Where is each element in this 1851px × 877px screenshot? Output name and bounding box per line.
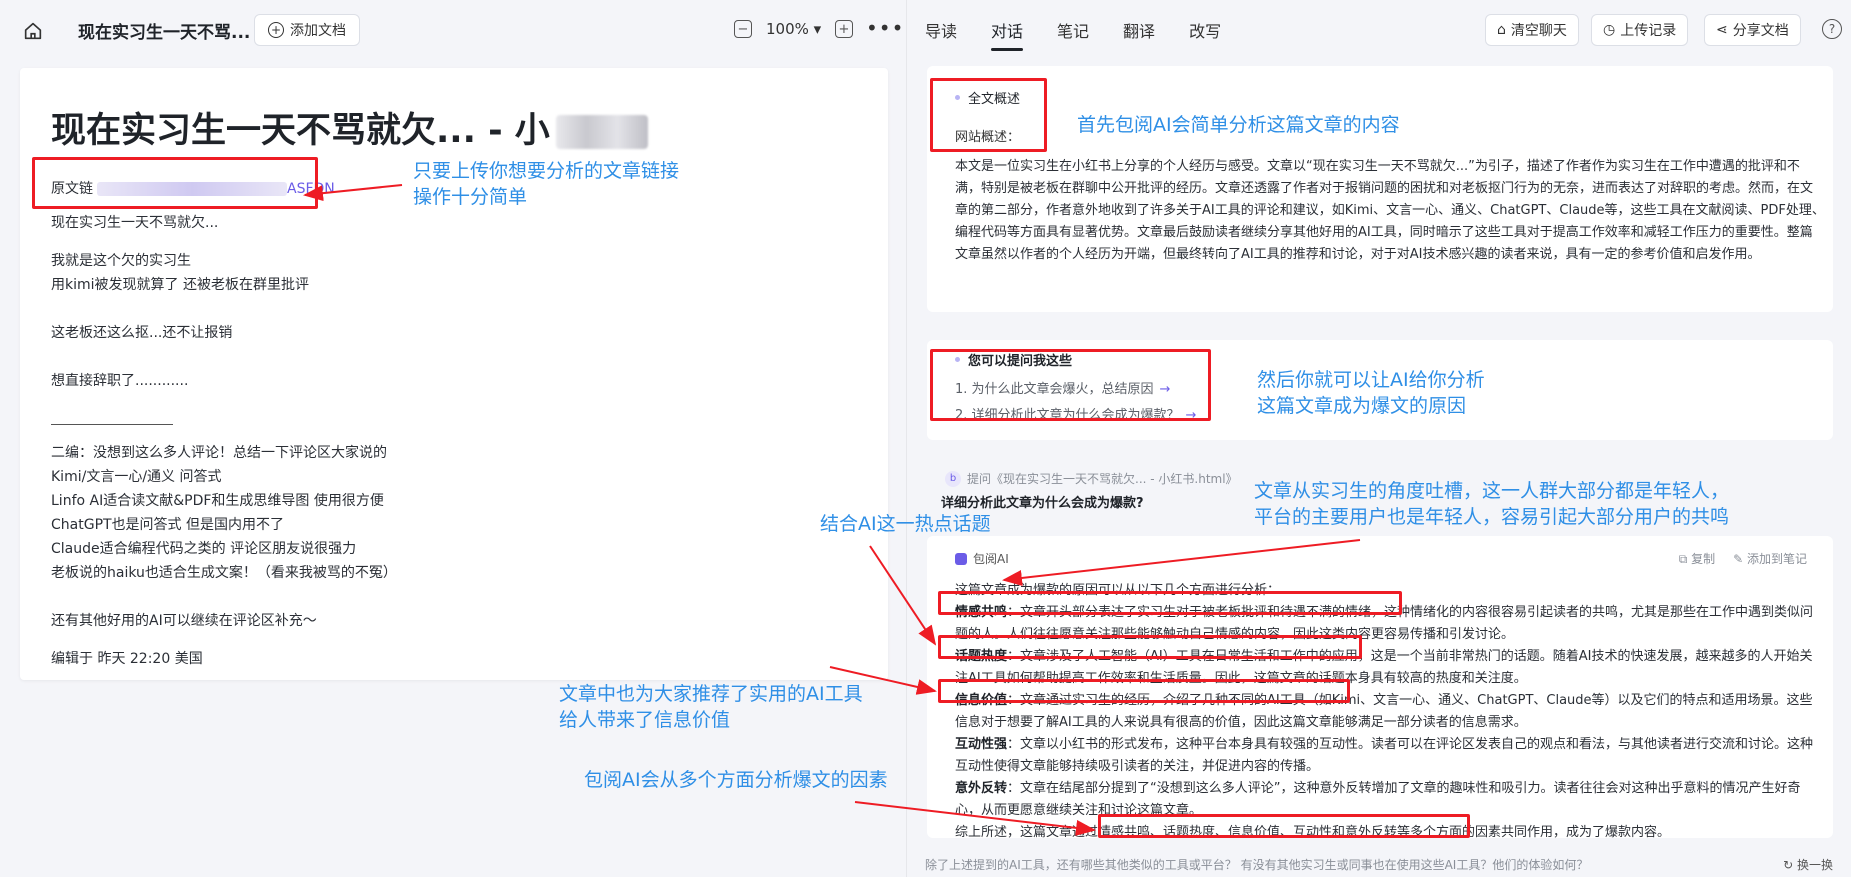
edit-timestamp: 编辑于 昨天 22:20 美国 [51, 651, 203, 667]
zoom-select[interactable]: 100% ▾ [766, 20, 821, 38]
copy-label: 复制 [1691, 552, 1716, 566]
annotation-line: 然后你就可以让AI给你分析 [1257, 369, 1485, 391]
add-document-label: 添加文档 [290, 23, 346, 39]
doc-line: ChatGPT也是问答式 但是国内用不了 [51, 517, 285, 533]
annotation-line: 这篇文章成为爆文的原因 [1257, 395, 1467, 417]
copy-button[interactable]: ⧉ 复制 [1679, 550, 1715, 567]
share-document-button[interactable]: ⋖ 分享文档 [1704, 14, 1801, 46]
document-tab-title[interactable]: 现在实习生一天不骂... [78, 18, 250, 43]
tab-translate[interactable]: 翻译 [1123, 18, 1155, 51]
annotation-audience: 文章从实习生的角度吐槽，这一人群大部分都是年轻人， 平台的主要用户也是年轻人，容… [1254, 478, 1729, 530]
question-quote-text: 提问《现在实习生一天不骂就欠... - 小红书.html》 [967, 472, 1238, 486]
follow-up-suggestions[interactable]: 除了上述提到的AI工具，还有哪些其他类似的工具或平台？ 有没有其他实习生或同事也… [925, 856, 1588, 873]
doc-line: 想直接辞职了............ [51, 373, 189, 389]
annotation-summary: 首先包阅AI会简单分析这篇文章的内容 [1077, 114, 1400, 136]
annotation-questions: 然后你就可以让AI给你分析 这篇文章成为爆文的原因 [1257, 367, 1485, 419]
question-quote: b 提问《现在实习生一天不骂就欠... - 小红书.html》 [945, 470, 1238, 487]
broom-icon: ⌂ [1497, 22, 1506, 38]
doc-line: 老板说的haiku也适合生成文案！（看来我被骂的不冤） [51, 565, 397, 581]
divider [51, 424, 173, 425]
quote-badge-icon: b [945, 470, 961, 487]
answer-toolbar: ⧉ 复制 ✎ 添加到笔记 [1679, 550, 1807, 567]
home-icon[interactable] [22, 20, 44, 42]
document-pane: 现在实习生一天不骂... + 添加文档 − 100% ▾ + ••• 现在实习生… [0, 0, 905, 877]
document-toolbar: 现在实习生一天不骂... + 添加文档 − 100% ▾ + ••• [0, 0, 905, 60]
chevron-down-icon: ▾ [813, 20, 822, 38]
annotation-line: 文章从实习生的角度吐槽，这一人群大部分都是年轻人， [1254, 480, 1730, 502]
highlight-box-summary [930, 78, 1047, 152]
tab-chat[interactable]: 对话 [991, 18, 1024, 51]
highlight-box-info [938, 679, 1350, 703]
user-question: 详细分析此文章为什么会成为爆款? [941, 496, 1144, 511]
highlight-box-source-link [32, 157, 318, 209]
annotation-line: 平台的主要用户也是年轻人，容易引起大部分用户的共鸣 [1254, 506, 1730, 528]
doc-line: 这老板还这么抠...还不让报销 [51, 325, 233, 341]
tab-notes[interactable]: 笔记 [1057, 18, 1089, 51]
highlight-box-conclusion [1098, 814, 1470, 838]
doc-line: 二编：没想到这么多人评论！总结一下评论区大家说的 [51, 445, 387, 461]
doc-line: 还有其他好用的AI可以继续在评论区补充～ [51, 613, 317, 629]
add-to-note-label: 添加到笔记 [1746, 552, 1807, 566]
document-heading-text: 现在实习生一天不骂就欠... - 小 [51, 111, 550, 151]
tab-bar: 导读 对话 笔记 翻译 改写 [925, 18, 1221, 51]
answer-body: 这篇文章成为爆款的原因可以从以下几个方面进行分析： 情感共鸣：文章开头部分表达了… [955, 580, 1825, 844]
answer-author-name: 包阅AI [973, 552, 1009, 566]
answer-point-text: ：文章在结尾部分提到了“没想到这么多人评论”，这种意外反转增加了文章的趣味性和吸… [955, 781, 1801, 818]
zoom-out-button[interactable]: − [734, 20, 752, 38]
plus-circle-icon: + [268, 22, 284, 38]
upload-record-button[interactable]: ◷ 上传记录 [1591, 14, 1689, 46]
annotation-line: 给人带来了信息价值 [559, 709, 731, 731]
annotation-info-value: 文章中也为大家推荐了实用的AI工具 给人带来了信息价值 [559, 681, 863, 733]
blurred-author [555, 115, 648, 149]
summary-text: 本文是一位实习生在小红书上分享的个人经历与感受。文章以“现在实习生一天不骂就欠.… [955, 159, 1825, 262]
answer-point-label: 意外反转 [955, 781, 1008, 796]
doc-line: Claude适合编程代码之类的 评论区朋友说很强力 [51, 541, 357, 557]
share-document-label: 分享文档 [1732, 23, 1789, 39]
doc-line: 我就是这个欠的实习生 [51, 253, 191, 269]
answer-author: 包阅AI [955, 550, 1009, 567]
clear-chat-label: 清空聊天 [1510, 23, 1567, 39]
swap-label: 换一换 [1796, 858, 1833, 872]
document-heading: 现在实习生一天不骂就欠... - 小 [51, 102, 648, 153]
annotation-upload-link: 只要上传你想要分析的文章链接 操作十分简单 [413, 158, 679, 210]
doc-line: 现在实习生一天不骂就欠... [51, 215, 219, 231]
answer-point-label: 互动性强 [955, 737, 1008, 752]
annotation-hot-topic: 结合AI这一热点话题 [820, 513, 991, 535]
doc-line: 用kimi被发现就算了 还被老板在群里批评 [51, 277, 309, 293]
more-options-icon[interactable]: ••• [866, 16, 904, 40]
zoom-value: 100% [766, 20, 809, 38]
help-icon[interactable]: ? [1822, 19, 1842, 39]
clear-chat-button[interactable]: ⌂ 清空聊天 [1485, 14, 1579, 46]
annotation-line: 操作十分简单 [413, 186, 528, 208]
clock-icon: ◷ [1603, 22, 1616, 38]
summary-card: 全文概述 网站概述： 本文是一位实习生在小红书上分享的个人经历与感受。文章以“现… [927, 66, 1833, 312]
zoom-in-button[interactable]: + [835, 20, 853, 38]
highlight-box-emotion [938, 591, 1402, 615]
upload-record-label: 上传记录 [1620, 23, 1677, 39]
share-icon: ⋖ [1716, 22, 1728, 38]
highlight-box-topic [938, 635, 1362, 659]
annotation-line: 只要上传你想要分析的文章链接 [413, 160, 680, 182]
add-to-note-button[interactable]: ✎ 添加到笔记 [1733, 550, 1807, 567]
doc-line: Linfo AI适合读文献&PDF和生成思维导图 使用很方便 [51, 493, 384, 509]
annotation-multi-factor: 包阅AI会从多个方面分析爆文的因素 [584, 769, 888, 791]
refresh-icon: ↻ [1783, 858, 1794, 872]
baoyue-logo-icon [955, 552, 967, 565]
add-document-button[interactable]: + 添加文档 [254, 14, 360, 46]
answer-point-text: ：文章以小红书的形式发布，这种平台本身具有较强的互动性。读者可以在评论区发表自己… [955, 737, 1814, 774]
tab-rewrite[interactable]: 改写 [1189, 18, 1221, 51]
highlight-box-questions [930, 349, 1211, 421]
doc-line: Kimi/文言一心/通义 问答式 [51, 469, 222, 485]
swap-suggestions-button[interactable]: ↻ 换一换 [1783, 856, 1833, 873]
tab-guide[interactable]: 导读 [925, 18, 957, 51]
annotation-line: 文章中也为大家推荐了实用的AI工具 [559, 683, 863, 705]
answer-point: 互动性强：文章以小红书的形式发布，这种平台本身具有较强的互动性。读者可以在评论区… [955, 734, 1825, 778]
